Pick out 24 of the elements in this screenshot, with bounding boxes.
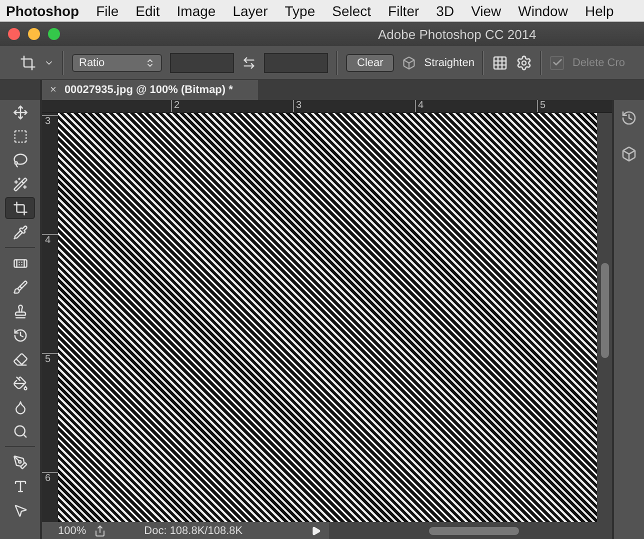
menu-item[interactable]: Filter [380,2,428,18]
document-size: Doc: 108.8K/108.8K [144,524,243,536]
ruler-number: 4 [415,100,537,112]
tab-close-button[interactable]: × [50,84,56,96]
straighten-button[interactable]: Straighten [424,56,474,68]
ruler-number: 3 [293,100,415,112]
zoom-level: 100% [57,524,86,536]
menu-item[interactable]: Type [276,2,324,18]
menu-item[interactable]: File [88,2,128,18]
menu-item[interactable]: Select [324,2,380,18]
menu-item[interactable]: Layer [224,2,276,18]
menu-item[interactable]: Image [168,2,224,18]
ratio-select[interactable]: Ratio [72,54,162,72]
document-tab[interactable]: × 00027935.jpg @ 100% (Bitmap) * [42,80,258,100]
window-title: Adobe Photoshop CC 2014 [378,26,536,42]
ruler-number: 2 [171,100,293,112]
menu-item[interactable]: View [462,2,510,18]
menu-item[interactable]: 3D [428,2,463,18]
menu-item[interactable]: Edit [127,2,168,18]
tab-title: 00027935.jpg @ 100% (Bitmap) * [64,84,233,96]
menu-item[interactable]: Window [510,2,576,18]
menu-item[interactable]: Help [576,2,622,18]
app-menu[interactable]: Photoshop [6,2,88,18]
clear-button[interactable]: Clear [346,54,394,72]
